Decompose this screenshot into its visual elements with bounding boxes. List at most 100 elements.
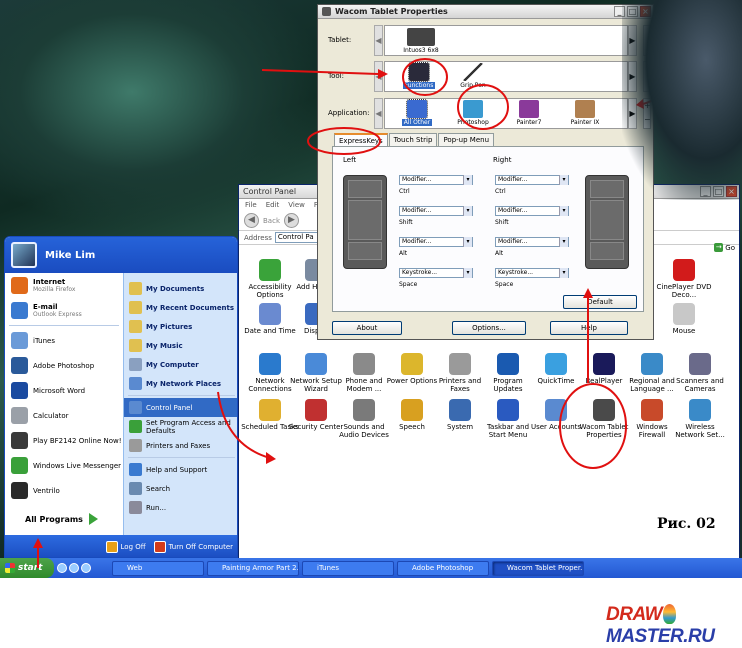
expresskey-dropdown[interactable]: Modifier... — [399, 175, 473, 185]
app-add-button[interactable]: + − — [643, 98, 651, 129]
control-panel-item[interactable]: Scanners and Cameras — [671, 353, 729, 393]
control-panel-item-icon — [497, 399, 519, 421]
all-programs-button[interactable]: All Programs — [25, 513, 98, 525]
menu-view[interactable]: View — [288, 201, 305, 209]
application-item[interactable]: Painter IX — [559, 100, 611, 126]
taskbar-button[interactable]: Wacom Tablet Proper... — [492, 560, 584, 576]
about-button[interactable]: About — [332, 321, 402, 335]
turn-off-label: Turn Off Computer — [168, 543, 233, 551]
start-system-item[interactable]: Control Panel — [124, 398, 237, 417]
logo-text-left: DRAW — [606, 604, 663, 625]
tool-grip-pen[interactable]: Grip Pen — [447, 63, 499, 89]
expresskey-dropdown[interactable]: Modifier... — [399, 206, 473, 216]
wacom-maximize-button[interactable]: □ — [627, 6, 638, 17]
start-places-icon — [129, 301, 142, 314]
start-system-item[interactable]: Run... — [124, 498, 237, 517]
tablet-edge-button[interactable] — [643, 25, 651, 56]
minimize-button[interactable]: _ — [700, 186, 711, 197]
menu-edit[interactable]: Edit — [266, 201, 280, 209]
go-button[interactable]: → Go — [714, 243, 735, 252]
control-panel-item[interactable]: CinePlayer DVD Deco... — [655, 259, 713, 299]
maximize-button[interactable]: □ — [713, 186, 724, 197]
options-button[interactable]: Options... — [452, 321, 526, 335]
close-button[interactable]: × — [726, 186, 737, 197]
start-system-item[interactable]: Printers and Faxes — [124, 436, 237, 455]
wacom-titlebar[interactable]: Wacom Tablet Properties _ □ × — [318, 5, 653, 19]
application-list: All Other Photoshop Painter7 Painter IX — [384, 98, 628, 129]
tablet-scroll-right[interactable]: ▶ — [628, 25, 637, 56]
start-recent-label: Play BF2142 Online Now! — [33, 436, 122, 445]
start-recent-item[interactable]: Ventrilo — [5, 478, 123, 503]
turn-off-button[interactable]: Turn Off Computer — [153, 541, 233, 553]
taskbar-button[interactable]: Painting Armor Part 2... — [207, 560, 299, 576]
start-places-item[interactable]: My Music — [124, 336, 237, 355]
application-item[interactable]: Photoshop — [447, 100, 499, 126]
tab-expresskeys[interactable]: ExpressKeys — [334, 133, 388, 147]
left-group-title: Left — [343, 156, 357, 164]
start-places-label: My Documents — [146, 284, 205, 293]
back-label[interactable]: Back — [263, 217, 280, 225]
quick-launch-ie-icon[interactable] — [57, 563, 67, 573]
user-avatar[interactable] — [11, 242, 37, 268]
start-pinned-item[interactable]: Internet Mozilla Firefox — [5, 273, 123, 298]
start-recent-item[interactable]: Play BF2142 Online Now! — [5, 428, 123, 453]
tablet-item[interactable]: Intuos3 6x8 — [395, 28, 447, 54]
start-system-item[interactable]: Help and Support — [124, 460, 237, 479]
wacom-minimize-button[interactable]: _ — [614, 6, 625, 17]
forward-arrow-icon[interactable]: ▶ — [284, 213, 299, 228]
logo-text-right: MASTER.RU — [606, 626, 715, 647]
app-scroll-right[interactable]: ▶ — [628, 98, 637, 129]
tablet-scroll-left[interactable]: ◀ — [374, 25, 383, 56]
start-recent-item[interactable]: Microsoft Word — [5, 378, 123, 403]
taskbar-button[interactable]: Web — [112, 560, 204, 576]
expresskey-dropdown[interactable]: Modifier... — [495, 175, 569, 185]
screenshot: Control Panel _ □ × File Edit View F ◀ B… — [0, 0, 742, 578]
back-arrow-icon[interactable]: ◀ — [244, 213, 259, 228]
control-panel-item[interactable]: Mouse — [655, 303, 713, 335]
start-recent-item[interactable]: iTunes — [5, 328, 123, 353]
tool-scroll-left[interactable]: ◀ — [374, 61, 383, 92]
expresskey-dropdown[interactable]: Keystroke... — [495, 268, 569, 278]
start-places-item[interactable]: My Documents — [124, 279, 237, 298]
tool-functions[interactable]: Functions — [393, 62, 445, 89]
application-item[interactable]: Painter7 — [503, 100, 555, 126]
quick-launch-media-icon[interactable] — [69, 563, 79, 573]
start-pinned-item[interactable]: E-mail Outlook Express — [5, 298, 123, 323]
help-button[interactable]: Help — [550, 321, 628, 335]
control-panel-item-label: Wireless Network Set... — [675, 423, 725, 439]
log-off-button[interactable]: Log Off — [105, 541, 146, 553]
start-places-item[interactable]: My Recent Documents — [124, 298, 237, 317]
app-scroll-left[interactable]: ◀ — [374, 98, 383, 129]
start-pinned-title: E-mail — [33, 303, 58, 311]
application-item[interactable]: All Other — [391, 99, 443, 126]
tool-edge-button[interactable] — [643, 61, 651, 92]
tool-scroll-right[interactable]: ▶ — [628, 61, 637, 92]
start-places-item[interactable]: My Network Places — [124, 374, 237, 393]
start-pinned-sub: Outlook Express — [33, 311, 82, 318]
start-places-item[interactable]: My Computer — [124, 355, 237, 374]
tab-touch-strip[interactable]: Touch Strip — [388, 133, 438, 147]
menu-file[interactable]: File — [245, 201, 257, 209]
expresskey-dropdown[interactable]: Keystroke... — [399, 268, 473, 278]
start-system-item[interactable]: Search — [124, 479, 237, 498]
wacom-close-button[interactable]: × — [640, 6, 651, 17]
default-button[interactable]: Default — [563, 295, 637, 309]
expresskey-dropdown[interactable]: Modifier... — [399, 237, 473, 247]
quick-launch-desktop-icon[interactable] — [81, 563, 91, 573]
tab-popup-menu[interactable]: Pop-up Menu — [438, 133, 495, 147]
start-recent-item[interactable]: Adobe Photoshop — [5, 353, 123, 378]
expresskey-dropdown[interactable]: Modifier... — [495, 206, 569, 216]
start-recent-item[interactable]: Windows Live Messenger — [5, 453, 123, 478]
expresskey-dropdown[interactable]: Modifier... — [495, 237, 569, 247]
expresskey-label: Space — [399, 281, 418, 288]
start-system-item[interactable]: Set Program Access and Defaults — [124, 417, 237, 436]
start-places-item[interactable]: My Pictures — [124, 317, 237, 336]
start-recent-label: Adobe Photoshop — [33, 361, 95, 370]
expresskey-label: Shift — [399, 219, 413, 226]
start-button[interactable]: start — [0, 558, 54, 578]
tablet-list: Intuos3 6x8 — [384, 25, 628, 56]
control-panel-item[interactable]: Wireless Network Set... — [671, 399, 729, 439]
taskbar-button[interactable]: Adobe Photoshop — [397, 560, 489, 576]
taskbar-button[interactable]: iTunes — [302, 560, 394, 576]
start-recent-item[interactable]: Calculator — [5, 403, 123, 428]
